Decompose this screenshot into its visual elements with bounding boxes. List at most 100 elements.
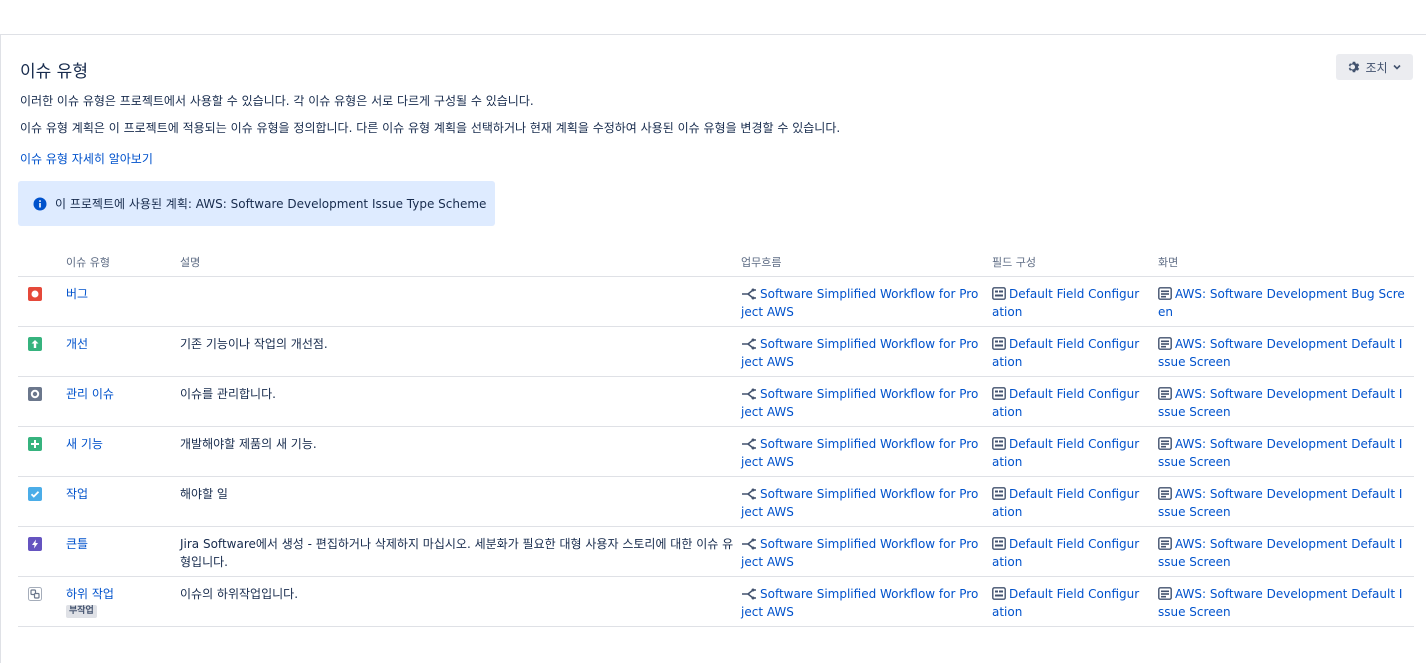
- screen-link-text: AWS: Software Development Default Issue …: [1158, 337, 1403, 369]
- table-header: 이슈 유형 설명 업무흐름 필드 구성 화면: [18, 247, 1414, 277]
- field-config-link-text: Default Field Configuration: [992, 287, 1140, 319]
- workflow-link[interactable]: Software Simplified Workflow for Project…: [741, 335, 981, 371]
- header-description: 설명: [180, 256, 201, 269]
- scheme-info-panel: 이 프로젝트에 사용된 계획: AWS: Software Developmen…: [18, 181, 495, 226]
- workflow-link[interactable]: Software Simplified Workflow for Project…: [741, 535, 981, 571]
- screen-icon: [1158, 537, 1172, 550]
- table-row: 개선 기존 기능이나 작업의 개선점. Software Simplified Wo…: [18, 327, 1414, 377]
- issue-type-name-link[interactable]: 개선: [66, 335, 88, 353]
- screen-link-text: AWS: Software Development Bug Screen: [1158, 287, 1405, 319]
- table-row: 하위 작업부작업 이슈의 하위작업입니다. Software Simplified …: [18, 577, 1414, 627]
- page-title: 이슈 유형: [20, 62, 88, 82]
- issue-type-description: 개발해야할 제품의 새 기능.: [180, 437, 317, 451]
- workflow-link[interactable]: Software Simplified Workflow for Project…: [741, 435, 981, 471]
- workflow-link[interactable]: Software Simplified Workflow for Project…: [741, 285, 981, 321]
- field-config-link-text: Default Field Configuration: [992, 387, 1140, 419]
- actions-button[interactable]: 조치: [1336, 54, 1413, 80]
- field-config-link[interactable]: Default Field Configuration: [992, 435, 1144, 471]
- field-config-icon: [992, 537, 1006, 550]
- left-divider: [0, 35, 1, 663]
- workflow-icon: [742, 488, 756, 500]
- field-config-icon: [992, 387, 1006, 400]
- field-config-link[interactable]: Default Field Configuration: [992, 535, 1144, 571]
- top-bar: [0, 0, 1426, 35]
- description-2: 이슈 유형 계획은 이 프로젝트에 적용되는 이슈 유형을 정의합니다. 다른 …: [20, 121, 841, 135]
- field-config-icon: [992, 437, 1006, 450]
- header-screen: 화면: [1158, 256, 1179, 269]
- field-config-icon: [992, 587, 1006, 600]
- screen-icon: [1158, 337, 1172, 350]
- workflow-link-text: Software Simplified Workflow for Project…: [741, 387, 979, 419]
- workflow-link-text: Software Simplified Workflow for Project…: [741, 337, 979, 369]
- issue-type-name-link[interactable]: 버그: [66, 285, 88, 303]
- workflow-link-text: Software Simplified Workflow for Project…: [741, 437, 979, 469]
- workflow-link[interactable]: Software Simplified Workflow for Project…: [741, 485, 981, 521]
- screen-link[interactable]: AWS: Software Development Default Issue …: [1158, 435, 1408, 471]
- info-icon: [33, 197, 47, 210]
- subtask-badge: 부작업: [66, 605, 97, 618]
- screen-icon: [1158, 437, 1172, 450]
- field-config-link-text: Default Field Configuration: [992, 487, 1140, 519]
- workflow-link[interactable]: Software Simplified Workflow for Project…: [741, 585, 981, 621]
- workflow-link-text: Software Simplified Workflow for Project…: [741, 487, 979, 519]
- screen-icon: [1158, 287, 1172, 300]
- field-config-link[interactable]: Default Field Configuration: [992, 385, 1144, 421]
- screen-link[interactable]: AWS: Software Development Default Issue …: [1158, 485, 1408, 521]
- screen-icon: [1158, 387, 1172, 400]
- screen-link-text: AWS: Software Development Default Issue …: [1158, 587, 1403, 619]
- field-config-icon: [992, 487, 1006, 500]
- table-row: 큰틀 Jira Software에서 생성 - 편집하거나 삭제하지 마십시오. …: [18, 527, 1414, 577]
- table-row: 작업 해야할 일 Software Simplified Workflow for …: [18, 477, 1414, 527]
- epic-icon: [28, 537, 42, 551]
- workflow-icon: [742, 388, 756, 400]
- workflow-icon: [742, 438, 756, 450]
- field-config-link[interactable]: Default Field Configuration: [992, 485, 1144, 521]
- workflow-icon: [742, 338, 756, 350]
- management-icon: [28, 387, 42, 401]
- field-config-link[interactable]: Default Field Configuration: [992, 285, 1144, 321]
- field-config-link-text: Default Field Configuration: [992, 337, 1140, 369]
- field-config-link-text: Default Field Configuration: [992, 587, 1140, 619]
- field-config-link[interactable]: Default Field Configuration: [992, 335, 1144, 371]
- workflow-link-text: Software Simplified Workflow for Project…: [741, 587, 979, 619]
- screen-link[interactable]: AWS: Software Development Default Issue …: [1158, 385, 1408, 421]
- issue-type-description: 이슈를 관리합니다.: [180, 387, 276, 401]
- issue-type-name-link[interactable]: 관리 이슈: [66, 385, 114, 403]
- bug-icon: [28, 287, 42, 301]
- screen-link[interactable]: AWS: Software Development Default Issue …: [1158, 335, 1408, 371]
- screen-icon: [1158, 587, 1172, 600]
- screen-link-text: AWS: Software Development Default Issue …: [1158, 487, 1403, 519]
- gear-icon: [1349, 61, 1360, 73]
- field-config-link[interactable]: Default Field Configuration: [992, 585, 1144, 621]
- screen-link-text: AWS: Software Development Default Issue …: [1158, 437, 1403, 469]
- new-feature-icon: [28, 437, 42, 451]
- issue-type-description: Jira Software에서 생성 - 편집하거나 삭제하지 마십시오. 세분…: [180, 537, 734, 569]
- workflow-link[interactable]: Software Simplified Workflow for Project…: [741, 385, 981, 421]
- workflow-link-text: Software Simplified Workflow for Project…: [741, 537, 979, 569]
- issue-type-name-link[interactable]: 하위 작업: [66, 585, 114, 603]
- field-config-link-text: Default Field Configuration: [992, 537, 1140, 569]
- workflow-icon: [742, 288, 756, 300]
- improvement-icon: [28, 337, 42, 351]
- header-workflow: 업무흐름: [741, 256, 782, 269]
- learn-more-link[interactable]: 이슈 유형 자세히 알아보기: [20, 150, 153, 167]
- table-row: 관리 이슈 이슈를 관리합니다. Software Simplified Workf…: [18, 377, 1414, 427]
- issue-type-name-link[interactable]: 새 기능: [66, 435, 103, 453]
- scheme-info-text: 이 프로젝트에 사용된 계획: AWS: Software Developmen…: [55, 197, 487, 211]
- screen-link[interactable]: AWS: Software Development Bug Screen: [1158, 285, 1408, 321]
- screen-link[interactable]: AWS: Software Development Default Issue …: [1158, 535, 1408, 571]
- screen-icon: [1158, 487, 1172, 500]
- field-config-link-text: Default Field Configuration: [992, 437, 1140, 469]
- workflow-icon: [742, 538, 756, 550]
- table-row: 버그 Software Simplified Workflow for Proje…: [18, 277, 1414, 327]
- issue-type-description: 이슈의 하위작업입니다.: [180, 587, 299, 601]
- issue-type-name-link[interactable]: 큰틀: [66, 535, 88, 553]
- workflow-link-text: Software Simplified Workflow for Project…: [741, 287, 979, 319]
- description-1: 이러한 이슈 유형은 프로젝트에서 사용할 수 있습니다. 각 이슈 유형은 서…: [20, 94, 534, 108]
- actions-label: 조치: [1365, 60, 1388, 75]
- header-issue-type: 이슈 유형: [66, 256, 110, 269]
- issue-type-name-link[interactable]: 작업: [66, 485, 88, 503]
- screen-link-text: AWS: Software Development Default Issue …: [1158, 387, 1403, 419]
- chevron-down-icon: [1392, 64, 1401, 70]
- screen-link[interactable]: AWS: Software Development Default Issue …: [1158, 585, 1408, 621]
